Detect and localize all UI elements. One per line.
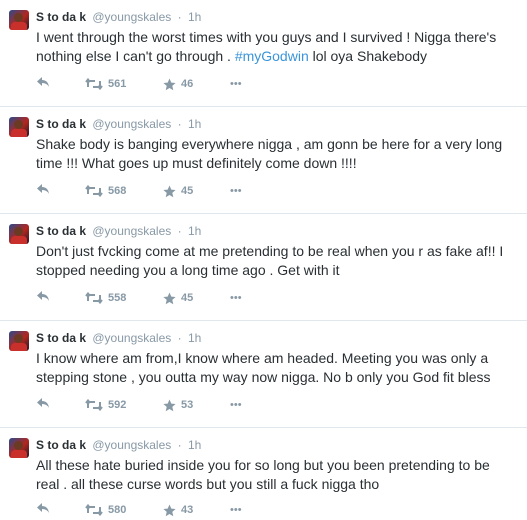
retweet-icon — [85, 185, 103, 197]
favorite-button[interactable]: 46 — [163, 76, 193, 92]
separator-dot: · — [177, 331, 182, 345]
more-icon: ••• — [230, 78, 242, 90]
tweet-header: S to da k @youngskales · 1h — [36, 223, 201, 239]
tweet-header: S to da k @youngskales · 1h — [36, 437, 201, 453]
reply-icon — [37, 398, 49, 408]
favorite-count: 53 — [181, 399, 194, 411]
timestamp[interactable]: 1h — [188, 438, 201, 452]
tweet-header: S to da k @youngskales · 1h — [36, 330, 201, 346]
separator-dot: · — [177, 224, 182, 238]
favorite-count: 45 — [181, 185, 194, 197]
retweet-count: 592 — [108, 399, 127, 411]
separator-dot: · — [177, 10, 182, 24]
fullname[interactable]: S to da k — [36, 438, 86, 452]
fullname[interactable]: S to da k — [36, 117, 86, 131]
tweet-timeline: S to da k @youngskales · 1h I went throu… — [0, 0, 527, 520]
fullname[interactable]: S to da k — [36, 224, 86, 238]
username[interactable]: @youngskales — [92, 117, 171, 131]
more-button[interactable]: ••• — [230, 397, 242, 413]
retweet-button[interactable]: 558 — [85, 290, 126, 306]
star-icon — [163, 399, 176, 411]
retweet-icon — [85, 78, 103, 90]
more-icon: ••• — [230, 292, 242, 304]
reply-icon — [37, 291, 49, 301]
tweet[interactable]: S to da k @youngskales · 1h All these ha… — [0, 428, 527, 520]
tweet-text: Shake body is banging everywhere nigga ,… — [36, 135, 514, 173]
reply-icon — [37, 503, 49, 513]
more-icon: ••• — [230, 399, 242, 411]
favorite-count: 45 — [181, 292, 194, 304]
more-button[interactable]: ••• — [230, 76, 242, 92]
fullname[interactable]: S to da k — [36, 10, 86, 24]
retweet-button[interactable]: 580 — [85, 502, 126, 518]
username[interactable]: @youngskales — [92, 438, 171, 452]
tweet[interactable]: S to da k @youngskales · 1h Don't just f… — [0, 214, 527, 321]
retweet-button[interactable]: 592 — [85, 397, 126, 413]
more-button[interactable]: ••• — [230, 183, 242, 199]
tweet-text-before: Shake body is banging everywhere nigga ,… — [36, 136, 503, 171]
avatar[interactable] — [9, 117, 29, 137]
retweet-count: 580 — [108, 504, 127, 516]
timestamp[interactable]: 1h — [188, 331, 201, 345]
avatar[interactable] — [9, 438, 29, 458]
retweet-count: 558 — [108, 292, 127, 304]
favorite-button[interactable]: 53 — [163, 397, 193, 413]
star-icon — [163, 185, 176, 197]
favorite-button[interactable]: 43 — [163, 502, 193, 518]
timestamp[interactable]: 1h — [188, 117, 201, 131]
reply-button[interactable] — [36, 76, 50, 88]
retweet-button[interactable]: 568 — [85, 183, 126, 199]
retweet-icon — [85, 292, 103, 304]
favorite-button[interactable]: 45 — [163, 183, 193, 199]
tweet-text: I went through the worst times with you … — [36, 28, 514, 66]
favorite-button[interactable]: 45 — [163, 290, 193, 306]
tweet-text: All these hate buried inside you for so … — [36, 456, 514, 494]
reply-button[interactable] — [36, 397, 50, 409]
hashtag-link[interactable]: #myGodwin — [235, 48, 309, 64]
retweet-count: 561 — [108, 78, 127, 90]
retweet-icon — [85, 504, 103, 516]
retweet-count: 568 — [108, 185, 127, 197]
star-icon — [163, 78, 176, 90]
more-icon: ••• — [230, 185, 242, 197]
timestamp[interactable]: 1h — [188, 10, 201, 24]
reply-icon — [37, 184, 49, 194]
avatar[interactable] — [9, 10, 29, 30]
fullname[interactable]: S to da k — [36, 331, 86, 345]
star-icon — [163, 292, 176, 304]
reply-icon — [37, 77, 49, 87]
timestamp[interactable]: 1h — [188, 224, 201, 238]
reply-button[interactable] — [36, 183, 50, 195]
tweet-text-before: All these hate buried inside you for so … — [36, 457, 490, 492]
avatar[interactable] — [9, 331, 29, 351]
username[interactable]: @youngskales — [92, 10, 171, 24]
star-icon — [163, 504, 176, 516]
tweet[interactable]: S to da k @youngskales · 1h I went throu… — [0, 0, 527, 107]
tweet-text-after: lol oya Shakebody — [308, 48, 428, 64]
separator-dot: · — [177, 438, 182, 452]
tweet-text: Don't just fvcking come at me pretending… — [36, 242, 514, 280]
tweet[interactable]: S to da k @youngskales · 1h Shake body i… — [0, 107, 527, 214]
tweet-text-before: Don't just fvcking come at me pretending… — [36, 243, 504, 278]
reply-button[interactable] — [36, 502, 50, 514]
tweet-header: S to da k @youngskales · 1h — [36, 9, 201, 25]
favorite-count: 46 — [181, 78, 194, 90]
tweet[interactable]: S to da k @youngskales · 1h I know where… — [0, 321, 527, 428]
more-button[interactable]: ••• — [230, 290, 242, 306]
username[interactable]: @youngskales — [92, 331, 171, 345]
tweet-text-before: I know where am from,I know where am hea… — [36, 350, 491, 385]
avatar[interactable] — [9, 224, 29, 244]
more-button[interactable]: ••• — [230, 502, 242, 518]
reply-button[interactable] — [36, 290, 50, 302]
favorite-count: 43 — [181, 504, 194, 516]
username[interactable]: @youngskales — [92, 224, 171, 238]
tweet-text: I know where am from,I know where am hea… — [36, 349, 514, 387]
more-icon: ••• — [230, 504, 242, 516]
tweet-header: S to da k @youngskales · 1h — [36, 116, 201, 132]
separator-dot: · — [177, 117, 182, 131]
retweet-icon — [85, 399, 103, 411]
retweet-button[interactable]: 561 — [85, 76, 126, 92]
